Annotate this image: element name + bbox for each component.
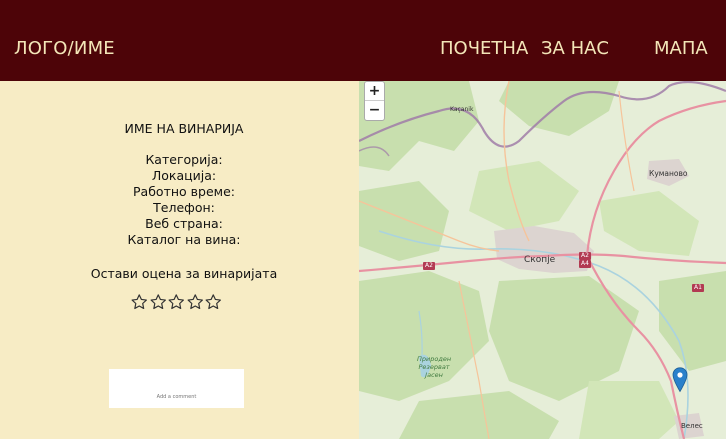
logo[interactable]: ЛОГО/ИМЕ [14, 38, 115, 59]
zoom-in-button[interactable]: + [365, 82, 384, 101]
map-label-reserve: Природен Резерват Јасен [417, 355, 451, 379]
nav-link-home[interactable]: ПОЧЕТНА [440, 38, 528, 59]
nav-link-map[interactable]: МАПА [654, 38, 708, 59]
field-website: Веб страна: [145, 216, 223, 231]
comment-input[interactable] [109, 369, 244, 408]
field-wine-catalog: Каталог на вина: [127, 232, 241, 247]
road-shield-a2-west: A2 [423, 262, 435, 270]
winery-details: Категорија: Локација: Работно време: Тел… [0, 152, 368, 248]
rating-label: Остави оцена за винаријата [90, 266, 278, 281]
navbar: ЛОГО/ИМЕ ПОЧЕТНА ЗА НАС МАПА [0, 0, 726, 81]
map-zoom-control: + − [364, 81, 385, 121]
map-label-reserve-line3: Јасен [425, 371, 443, 379]
map-label-veles: Велес [681, 422, 703, 430]
star-icon[interactable] [149, 293, 168, 311]
road-shield-a1: A1 [692, 284, 704, 292]
star-icon[interactable] [204, 293, 223, 311]
map-label-kumanovo: Куманово [649, 169, 688, 178]
road-shield-a2-east: A2 [579, 252, 591, 260]
map-label-kacanik: Kaçanik [450, 106, 474, 113]
road-shield-a4: A4 [579, 260, 591, 268]
map-marker-icon[interactable] [672, 367, 688, 393]
map-label-reserve-line1: Природен [417, 355, 452, 363]
star-icon[interactable] [130, 293, 149, 311]
field-category: Категорија: [145, 152, 223, 167]
star-icon[interactable] [167, 293, 186, 311]
field-phone: Телефон: [153, 200, 215, 215]
zoom-out-button[interactable]: − [365, 101, 384, 120]
star-icon[interactable] [186, 293, 205, 311]
nav-link-about[interactable]: ЗА НАС [541, 38, 609, 59]
map-view[interactable]: Скопје Куманово Велес Kaçanik Природен Р… [359, 81, 726, 439]
field-hours: Работно време: [133, 184, 235, 199]
map-label-reserve-line2: Резерват [418, 363, 450, 371]
map-label-skopje: Скопје [524, 255, 556, 265]
winery-name: ИМЕ НА ВИНАРИЈА [124, 121, 244, 136]
field-location: Локација: [151, 168, 217, 183]
star-rating [130, 293, 223, 311]
winery-info-panel: ИМЕ НА ВИНАРИЈА Категорија: Локација: Ра… [0, 81, 359, 439]
